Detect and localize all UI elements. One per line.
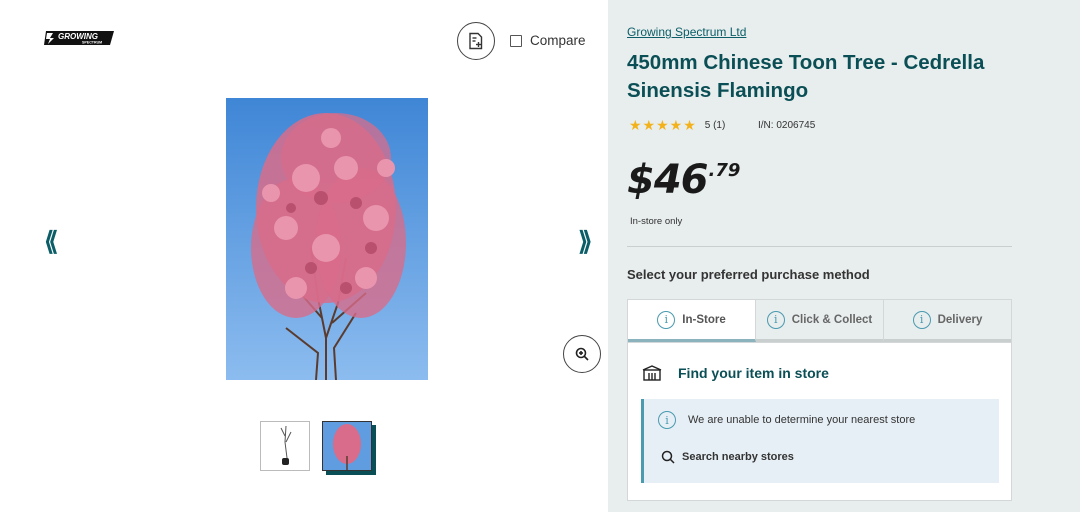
info-icon: i (658, 411, 676, 429)
find-in-store-header: Find your item in store (642, 365, 829, 381)
rating-summary[interactable]: 5 (1) (705, 120, 726, 131)
product-rating[interactable]: ★★★★★ 5 (1) (629, 117, 725, 134)
tab-label: In-Store (682, 313, 726, 326)
tab-click-collect[interactable]: i Click & Collect (756, 300, 884, 342)
logo-subtext: SPECTRUM (82, 41, 102, 45)
info-icon: i (657, 310, 676, 329)
compare-label[interactable]: Compare (530, 33, 586, 48)
tab-in-store[interactable]: i In-Store (628, 300, 756, 342)
info-icon: i (912, 310, 931, 329)
notice-message: i We are unable to determine your neares… (658, 411, 915, 429)
gallery-prev-arrow[interactable]: ⟪ (44, 226, 58, 257)
purchase-method-tabs: i In-Store i Click & Collect i Delivery (627, 299, 1012, 343)
in-store-panel: Find your item in store i We are unable … (627, 343, 1012, 501)
product-gallery: GROWING SPECTRUM Compare ⟪ ⟫ (0, 0, 608, 512)
store-icon (642, 365, 662, 381)
zoom-in-icon (575, 347, 589, 361)
availability-note: In-store only (630, 216, 683, 227)
purchase-method-heading: Select your preferred purchase method (627, 267, 870, 282)
star-rating-icon: ★★★★★ (629, 117, 697, 133)
product-main-image[interactable] (226, 98, 428, 380)
thumbnail-flowering-tree[interactable] (322, 421, 372, 471)
divider (627, 246, 1012, 247)
zoom-button[interactable] (563, 335, 601, 373)
search-nearby-stores-link[interactable]: Search nearby stores (661, 450, 794, 464)
price-cents: .79 (708, 160, 741, 181)
product-title: 450mm Chinese Toon Tree - Cedrella Sinen… (627, 51, 985, 102)
notice-text: We are unable to determine your nearest … (688, 414, 916, 426)
info-icon: i (766, 310, 785, 329)
product-price: $46 .79 (627, 158, 740, 202)
tab-delivery[interactable]: i Delivery (884, 300, 1011, 342)
document-plus-icon (469, 32, 483, 50)
brand-link[interactable]: Growing Spectrum Ltd (627, 25, 746, 39)
compare-add-button[interactable] (457, 22, 495, 60)
brand-logo[interactable]: GROWING SPECTRUM (44, 29, 116, 47)
search-icon (661, 450, 675, 464)
gallery-next-arrow[interactable]: ⟫ (578, 226, 592, 257)
search-nearby-label[interactable]: Search nearby stores (682, 451, 794, 463)
product-details: Growing Spectrum Ltd 450mm Chinese Toon … (608, 0, 1080, 512)
compare-checkbox[interactable] (510, 35, 522, 47)
price-dollars: $46 (627, 157, 708, 203)
tab-label: Click & Collect (791, 313, 873, 326)
store-notice: i We are unable to determine your neares… (641, 399, 999, 483)
item-number: I/N: 0206745 (758, 120, 816, 131)
tab-label: Delivery (937, 313, 983, 326)
find-item-title: Find your item in store (678, 365, 829, 381)
thumbnail-seedling[interactable] (260, 421, 310, 471)
